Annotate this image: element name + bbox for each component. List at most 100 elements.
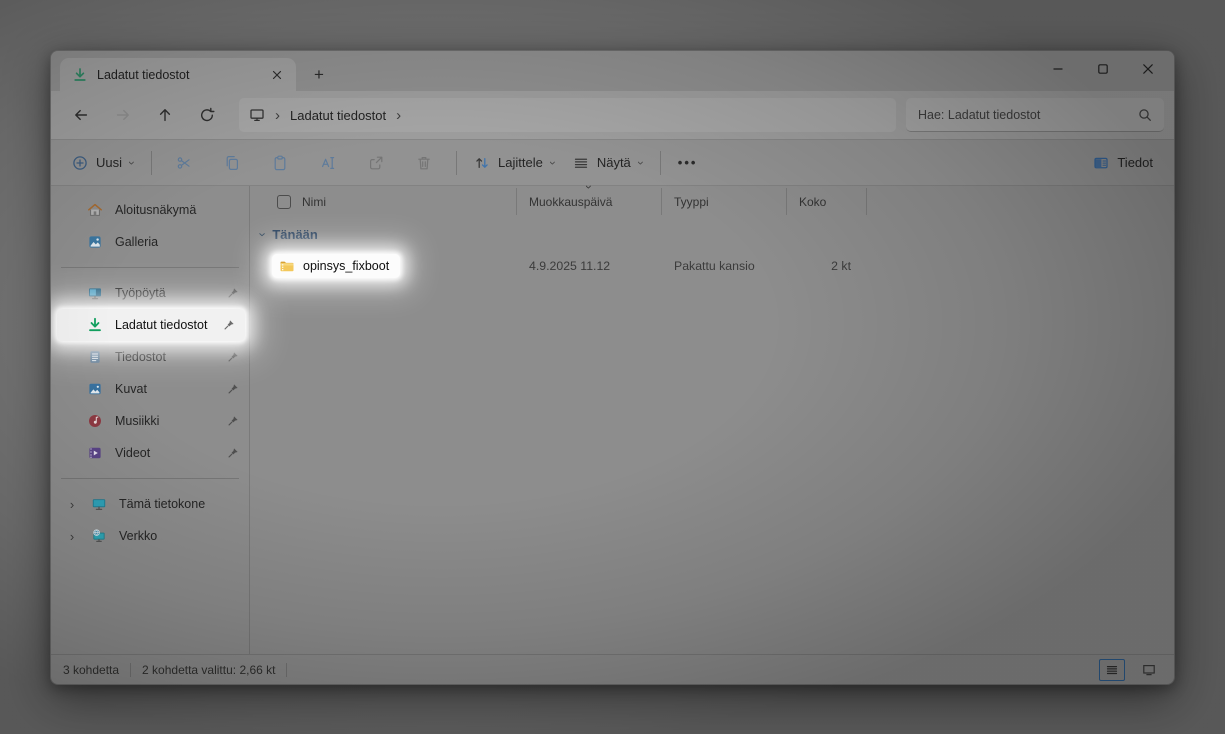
- breadcrumb-chevron-icon[interactable]: ›: [396, 108, 401, 123]
- column-label: Koko: [799, 195, 826, 209]
- share-button[interactable]: [356, 146, 396, 180]
- arrow-left-icon: [73, 107, 89, 123]
- share-icon: [368, 155, 384, 171]
- search-input[interactable]: Hae: Ladatut tiedostot: [906, 98, 1164, 132]
- view-button-label: Näytä: [597, 155, 631, 170]
- group-label: Tänään: [272, 227, 318, 242]
- network-icon: [91, 528, 107, 544]
- cut-button[interactable]: [164, 146, 204, 180]
- arrow-right-icon: [115, 107, 131, 123]
- documents-icon: [87, 349, 103, 365]
- column-header-type[interactable]: Tyyppi: [662, 188, 787, 215]
- details-pane-button[interactable]: Tiedot: [1084, 146, 1162, 180]
- column-header-modified[interactable]: › Muokkauspäivä: [517, 188, 662, 215]
- new-button[interactable]: Uusi ›: [63, 146, 143, 180]
- select-all-checkbox[interactable]: [277, 195, 291, 209]
- sidebar-item-label: Videot: [115, 446, 215, 460]
- file-list-pane: Nimi › Muokkauspäivä Tyyppi Koko › Tänää…: [249, 186, 1174, 654]
- view-button[interactable]: Näytä ›: [564, 146, 652, 180]
- file-size: 2 kt: [787, 259, 867, 273]
- pin-icon: [227, 415, 239, 427]
- paste-button[interactable]: [260, 146, 300, 180]
- file-row[interactable]: opinsys_fixboot 4.9.2025 11.12 Pakattu k…: [250, 251, 1174, 281]
- sidebar-item-documents[interactable]: Tiedostot: [51, 341, 249, 373]
- minimize-button[interactable]: [1035, 51, 1080, 87]
- sidebar-item-label: Verkko: [119, 529, 239, 543]
- home-icon: [87, 202, 103, 218]
- new-tab-button[interactable]: +: [306, 62, 332, 88]
- column-header-name[interactable]: Nimi: [250, 188, 517, 215]
- address-bar[interactable]: › Ladatut tiedostot ›: [239, 98, 896, 132]
- breadcrumb-item[interactable]: Ladatut tiedostot: [290, 108, 386, 123]
- group-header-today[interactable]: › Tänään: [250, 219, 1174, 249]
- file-item-opinsys-fixboot[interactable]: opinsys_fixboot: [272, 254, 400, 278]
- pin-icon: [227, 383, 239, 395]
- sidebar-item-network[interactable]: › Verkko: [51, 520, 249, 552]
- new-button-label: Uusi: [96, 155, 122, 170]
- sidebar-item-label: Ladatut tiedostot: [115, 318, 211, 332]
- file-type: Pakattu kansio: [662, 259, 787, 273]
- tab-downloads[interactable]: Ladatut tiedostot: [60, 58, 296, 91]
- forward-button[interactable]: [103, 97, 143, 133]
- sidebar-item-home[interactable]: Aloitusnäkymä: [51, 194, 249, 226]
- sort-button[interactable]: Lajittele ›: [465, 146, 564, 180]
- sidebar-item-desktop[interactable]: Työpöytä: [51, 277, 249, 309]
- more-options-button[interactable]: •••: [669, 146, 707, 180]
- download-icon: [72, 67, 88, 83]
- tab-close-button[interactable]: [266, 64, 288, 86]
- chevron-down-icon: ›: [635, 161, 647, 165]
- rename-icon: [320, 155, 336, 171]
- expand-chevron-icon[interactable]: ›: [65, 498, 79, 511]
- file-name-cell: opinsys_fixboot: [250, 254, 517, 278]
- column-label: Muokkauspäivä: [529, 195, 612, 209]
- details-pane-label: Tiedot: [1117, 155, 1153, 170]
- scissors-icon: [176, 155, 192, 171]
- download-icon: [87, 317, 103, 333]
- group-chevron-icon[interactable]: ›: [257, 232, 270, 236]
- gallery-icon: [87, 234, 103, 250]
- refresh-button[interactable]: [187, 97, 227, 133]
- sidebar-item-label: Tiedostot: [115, 350, 215, 364]
- rename-button[interactable]: [308, 146, 348, 180]
- sidebar-item-videos[interactable]: Videot: [51, 437, 249, 469]
- sidebar-item-label: Tämä tietokone: [119, 497, 239, 511]
- details-view-toggle[interactable]: [1099, 659, 1125, 681]
- copy-button[interactable]: [212, 146, 252, 180]
- toolbar-divider: [151, 151, 152, 175]
- sidebar-item-gallery[interactable]: Galleria: [51, 226, 249, 258]
- delete-button[interactable]: [404, 146, 444, 180]
- videos-icon: [87, 445, 103, 461]
- up-button[interactable]: [145, 97, 185, 133]
- trash-icon: [416, 155, 432, 171]
- window-controls: [1035, 51, 1170, 87]
- close-window-button[interactable]: [1125, 51, 1170, 87]
- main-area: Aloitusnäkymä Galleria Työpöytä: [51, 186, 1174, 654]
- sidebar-item-label: Kuvat: [115, 382, 215, 396]
- pin-icon: [227, 447, 239, 459]
- breadcrumb-chevron-icon[interactable]: ›: [275, 108, 280, 123]
- sidebar-item-label: Aloitusnäkymä: [115, 203, 239, 217]
- ellipsis-icon: •••: [678, 155, 698, 170]
- large-icons-view-toggle[interactable]: [1136, 659, 1162, 681]
- close-icon: [1142, 63, 1154, 75]
- navigation-pane: Aloitusnäkymä Galleria Työpöytä: [51, 186, 249, 654]
- navigation-bar: › Ladatut tiedostot › Hae: Ladatut tiedo…: [51, 91, 1174, 139]
- tab-title: Ladatut tiedostot: [97, 68, 257, 82]
- status-bar: 3 kohdetta 2 kohdetta valittu: 2,66 kt: [51, 654, 1174, 684]
- sidebar-divider: [61, 267, 239, 268]
- sidebar-item-pictures[interactable]: Kuvat: [51, 373, 249, 405]
- sidebar-item-music[interactable]: Musiikki: [51, 405, 249, 437]
- pin-icon: [227, 351, 239, 363]
- back-button[interactable]: [61, 97, 101, 133]
- plus-icon: +: [314, 65, 324, 85]
- sidebar-item-label: Galleria: [115, 235, 239, 249]
- command-toolbar: Uusi ›: [51, 139, 1174, 186]
- pictures-icon: [87, 381, 103, 397]
- paste-icon: [272, 155, 288, 171]
- expand-chevron-icon[interactable]: ›: [65, 530, 79, 543]
- search-placeholder: Hae: Ladatut tiedostot: [918, 108, 1130, 122]
- sidebar-item-downloads[interactable]: Ladatut tiedostot: [57, 309, 245, 341]
- column-header-size[interactable]: Koko: [787, 188, 867, 215]
- sidebar-item-this-pc[interactable]: › Tämä tietokone: [51, 488, 249, 520]
- maximize-button[interactable]: [1080, 51, 1125, 87]
